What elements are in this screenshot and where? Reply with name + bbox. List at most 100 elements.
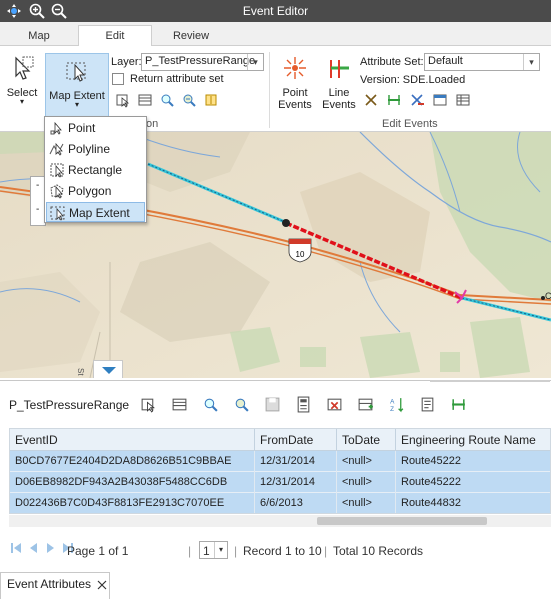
record-range: Record 1 to 10 [243, 544, 322, 558]
layer-select[interactable]: P_TestPressureRange ▾ [141, 53, 264, 71]
version-label: Version: SDE.Loaded [360, 74, 466, 86]
tab-event-attributes[interactable]: Event Attributes [0, 572, 110, 599]
dropdown-item-map-extent[interactable]: Map Extent [46, 202, 145, 222]
dropdown-item-polygon[interactable]: Polygon [46, 181, 145, 201]
calculator-icon[interactable] [295, 396, 312, 413]
select-features-icon[interactable] [140, 396, 157, 413]
delete-event-icon[interactable] [363, 92, 379, 108]
cell-eventid: D06EB8982DF943A2B43038F5488CC6DB [10, 472, 255, 493]
cell-fromdate: 12/31/2014 [255, 472, 337, 493]
dropdown-item-polyline[interactable]: Polyline [46, 139, 145, 159]
dropdown-item-label: Map Extent [69, 206, 130, 220]
chevron-down-icon[interactable]: ▾ [214, 542, 227, 558]
map-label-st: St [76, 368, 85, 376]
add-field-icon[interactable] [357, 396, 374, 413]
return-attribute-checkbox[interactable] [112, 73, 124, 85]
cell-route-name: Route45222 [401, 476, 461, 488]
horizontal-scrollbar[interactable] [9, 515, 551, 527]
tab-map[interactable]: Map [0, 26, 78, 46]
retire-event-icon[interactable] [409, 92, 425, 108]
pan-to-selected-icon[interactable] [181, 92, 197, 108]
table-icon[interactable] [137, 92, 153, 108]
dropdown-item-point[interactable]: Point [46, 118, 145, 138]
page-select-value: 1 [203, 544, 210, 558]
event-table-icon[interactable] [455, 92, 471, 108]
table-row[interactable]: B0CD7677E2404D2DA8D8626B51C9BBAE 12/31/2… [10, 451, 550, 472]
dropdown-item-label: Polygon [68, 184, 112, 198]
map-extent-button[interactable]: Map Extent ▾ [45, 53, 109, 117]
svg-text:A: A [390, 398, 395, 405]
select-button[interactable]: Select ▾ [2, 52, 42, 110]
attribute-set-select[interactable]: Default ▾ [424, 53, 540, 71]
select-polyline-icon [49, 142, 64, 156]
split-event-icon[interactable] [386, 92, 402, 108]
edit-attributes-icon[interactable] [432, 92, 448, 108]
chevron-down-icon [102, 367, 116, 374]
column-header-eventid[interactable]: EventID [10, 429, 255, 451]
zoom-to-selected-icon[interactable] [202, 396, 219, 413]
sort-icon[interactable]: AZ [388, 396, 405, 413]
panel-toggle-button[interactable] [93, 360, 123, 378]
line-events-button[interactable]: Line Events [320, 54, 358, 114]
table-row[interactable]: D06EB8982DF943A2B43038F5488CC6DB 12/31/2… [10, 472, 550, 493]
line-events-label-1: Line [328, 87, 350, 99]
report-icon[interactable] [419, 396, 436, 413]
ribbon-separator [269, 52, 270, 128]
point-events-icon [284, 57, 306, 79]
cell-fromdate: 6/6/2013 [255, 493, 337, 513]
ribbon-tabs: Map Edit Review [0, 22, 551, 47]
dropdown-item-rectangle[interactable]: Rectangle [46, 160, 145, 180]
select-features-icon[interactable] [115, 92, 131, 108]
selection-tools [115, 92, 219, 108]
delete-field-icon[interactable] [326, 396, 343, 413]
chevron-down-icon[interactable]: ▾ [523, 54, 539, 70]
pager-divider: | [234, 544, 238, 558]
page-select[interactable]: 1 ▾ [199, 541, 228, 559]
column-header-route-name[interactable]: Engineering Route Name [396, 429, 550, 451]
tab-edit[interactable]: Edit [78, 25, 152, 47]
dropdown-item-label: Point [68, 121, 96, 135]
tab-review[interactable]: Review [152, 26, 230, 46]
title-bar: Event Editor [0, 0, 551, 22]
cell-todate: <null> [337, 472, 396, 493]
close-icon[interactable] [97, 580, 107, 590]
point-events-button[interactable]: Point Events [276, 54, 314, 114]
return-attribute-label: Return attribute set [130, 73, 224, 85]
cell-eventid: B0CD7677E2404D2DA8D8626B51C9BBAE [10, 451, 255, 472]
pan-to-selected-icon[interactable] [233, 396, 250, 413]
column-header-todate[interactable]: ToDate [337, 429, 396, 451]
cell-fromdate: 12/31/2014 [255, 451, 337, 472]
table-icon[interactable] [171, 396, 188, 413]
total-records: Total 10 Records [333, 544, 424, 558]
flash-icon[interactable] [203, 92, 219, 108]
selection-group-label: on [146, 118, 159, 130]
scrollbar-thumb[interactable] [317, 517, 487, 525]
point-events-label-2: Events [278, 99, 312, 111]
column-header-fromdate[interactable]: FromDate [255, 429, 337, 451]
table-row[interactable]: D022436B7C0D43F8813FE2913C7070EE 6/6/201… [10, 493, 550, 513]
table-header-row: EventID FromDate ToDate Engineering Rout… [10, 429, 550, 451]
edit-event-tools [363, 92, 471, 108]
event-editor-window: Event Editor Map Edit Review Select ▾ Ma… [0, 0, 551, 599]
pager-divider: | [188, 544, 192, 558]
attribute-set-value: Default [428, 55, 463, 67]
select-polygon-icon [50, 184, 64, 199]
page-indicator: Page 1 of 1 [67, 544, 129, 558]
cell-todate: <null> [337, 451, 396, 472]
zoom-to-selected-icon[interactable] [159, 92, 175, 108]
first-page-icon[interactable] [9, 541, 23, 555]
cell-todate: <null> [337, 493, 396, 513]
map-label-c: C [545, 291, 551, 301]
chevron-down-icon[interactable]: ▾ [247, 54, 263, 70]
select-tool-dropdown: Point Polyline Rectangle Polygon Map Ext… [44, 116, 147, 223]
previous-page-icon[interactable] [26, 541, 40, 555]
panel-splitter[interactable] [430, 380, 550, 382]
cell-route-name: Route44832 [401, 497, 461, 509]
save-icon[interactable] [264, 396, 281, 413]
select-map-extent-icon [50, 206, 65, 221]
split-event-icon[interactable] [450, 396, 467, 413]
attribute-set-label: Attribute Set: [360, 56, 424, 68]
next-page-icon[interactable] [44, 541, 58, 555]
panel-layer-name: P_TestPressureRange [9, 398, 130, 412]
edit-events-group-label: Edit Events [382, 118, 438, 130]
